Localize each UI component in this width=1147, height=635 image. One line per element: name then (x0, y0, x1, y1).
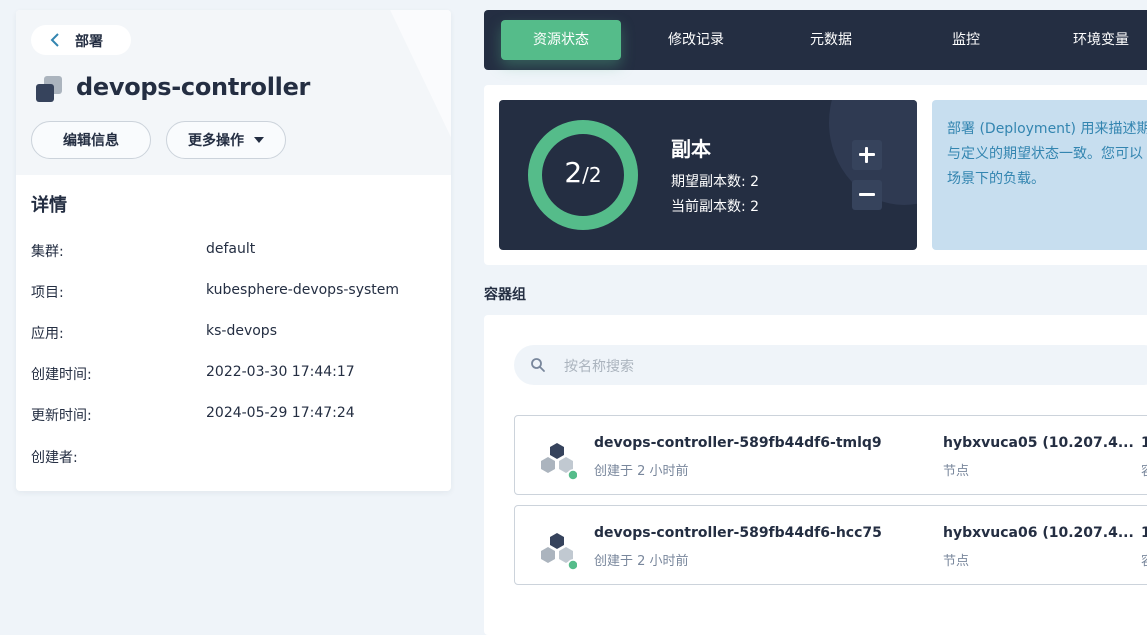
pod-search[interactable]: 按名称搜索 (514, 345, 1147, 385)
pod-node[interactable]: hybxvuca06 (10.207.4... (943, 525, 1134, 541)
replica-separator: / (582, 163, 589, 187)
tab-resource-status[interactable]: 资源状态 (501, 20, 621, 60)
info-line: 与定义的期望状态一致。您可以 (947, 146, 1143, 162)
replica-desired: 2 (588, 163, 602, 187)
pod-extra-value: 1 (1141, 435, 1147, 451)
search-input[interactable]: 按名称搜索 (564, 356, 634, 376)
pod-node[interactable]: hybxvuca05 (10.207.4... (943, 435, 1134, 451)
increase-replica-button[interactable] (852, 140, 882, 170)
detail-panel: 部署 devops-controller 编辑信息 更多操作 详情 集群: de… (16, 10, 451, 491)
info-line: 场景下的负载。 (947, 171, 1045, 187)
pod-extra-label: 容 (1141, 460, 1147, 479)
pod-name[interactable]: devops-controller-589fb44df6-hcc75 (594, 525, 882, 541)
detail-key: 更新时间: (31, 408, 92, 424)
pod-node-label: 节点 (943, 554, 970, 569)
chevron-left-icon (50, 33, 59, 47)
pod-icon (541, 533, 577, 570)
pod-created: 创建于 2 小时前 (594, 464, 689, 479)
details-title: 详情 (31, 195, 67, 216)
detail-value: 2022-03-30 17:44:17 (206, 364, 355, 380)
detail-key: 创建者: (31, 450, 78, 466)
pod-node-label: 节点 (943, 464, 970, 479)
detail-row-creator: 创建者: (31, 447, 441, 467)
edit-info-label: 编辑信息 (63, 133, 119, 149)
minus-icon (859, 193, 875, 196)
detail-row-app: 应用: ks-devops (31, 323, 441, 343)
deployment-info-text: 部署 (Deployment) 用来描述期 与定义的期望状态一致。您可以 场景下… (947, 117, 1147, 192)
detail-value: 2024-05-29 17:47:24 (206, 405, 355, 421)
pod-name[interactable]: devops-controller-589fb44df6-tmlq9 (594, 435, 882, 451)
caret-down-icon (254, 137, 264, 143)
edit-info-button[interactable]: 编辑信息 (31, 121, 151, 159)
detail-key: 集群: (31, 244, 64, 260)
pod-list-item[interactable]: devops-controller-589fb44df6-hcc75 创建于 2… (514, 505, 1147, 585)
replica-count: 2/2 (527, 156, 639, 189)
tab-metadata[interactable]: 元数据 (771, 20, 891, 60)
tab-monitoring[interactable]: 监控 (906, 20, 1026, 60)
pod-created: 创建于 2 小时前 (594, 554, 689, 569)
desired-replicas: 期望副本数: 2 (671, 174, 760, 190)
search-icon (531, 358, 545, 372)
tab-bar: 资源状态 修改记录 元数据 监控 环境变量 (484, 10, 1147, 70)
detail-value: default (206, 241, 256, 257)
detail-row-created: 创建时间: 2022-03-30 17:44:17 (31, 364, 441, 384)
deployment-icon (36, 76, 62, 102)
detail-row-updated: 更新时间: 2024-05-29 17:47:24 (31, 405, 441, 425)
detail-row-cluster: 集群: default (31, 241, 441, 261)
pod-extra-value: 1 (1141, 525, 1147, 541)
back-label: 部署 (75, 34, 103, 50)
pods-section-title: 容器组 (484, 287, 526, 303)
pod-icon (541, 443, 577, 480)
detail-key: 应用: (31, 326, 64, 342)
detail-value: ks-devops (206, 323, 277, 339)
detail-key: 项目: (31, 285, 64, 301)
tab-revision-records[interactable]: 修改记录 (636, 20, 756, 60)
tab-env-vars[interactable]: 环境变量 (1041, 20, 1147, 60)
page-title: devops-controller (76, 73, 311, 101)
replica-card: 2/2 副本 期望副本数: 2 当前副本数: 2 (499, 100, 917, 250)
info-line: 部署 (Deployment) 用来描述期 (947, 121, 1147, 137)
replica-current: 2 (564, 156, 583, 189)
decrease-replica-button[interactable] (852, 180, 882, 210)
current-replicas: 当前副本数: 2 (671, 199, 760, 215)
plus-icon-vertical (865, 147, 868, 163)
deployment-info-box: 部署 (Deployment) 用来描述期 与定义的期望状态一致。您可以 场景下… (932, 100, 1147, 250)
detail-row-project: 项目: kubesphere-devops-system (31, 282, 441, 302)
detail-value: kubesphere-devops-system (206, 282, 400, 298)
more-actions-label: 更多操作 (188, 133, 244, 149)
more-actions-button[interactable]: 更多操作 (166, 121, 286, 159)
detail-key: 创建时间: (31, 367, 92, 383)
pod-extra-label: 容 (1141, 550, 1147, 569)
back-button[interactable]: 部署 (31, 25, 131, 55)
detail-header: 部署 devops-controller 编辑信息 更多操作 (16, 10, 451, 175)
replica-title: 副本 (671, 137, 711, 161)
pod-list-item[interactable]: devops-controller-589fb44df6-tmlq9 创建于 2… (514, 415, 1147, 495)
